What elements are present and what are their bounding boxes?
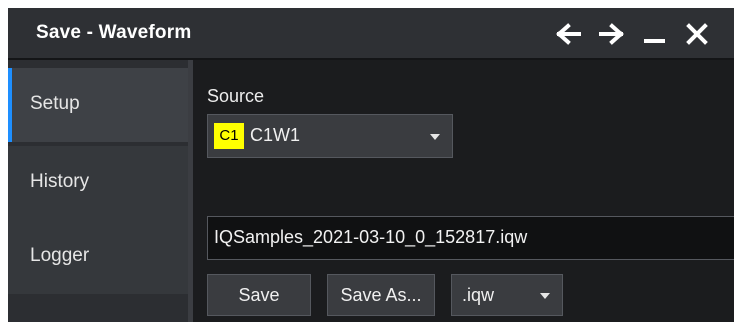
close-icon[interactable] <box>684 22 710 46</box>
chevron-down-icon <box>540 293 550 299</box>
filename-field[interactable]: IQSamples_2021-03-10_0_152817.iqw <box>207 216 734 260</box>
title-bar: Save - Waveform <box>8 8 734 60</box>
sidebar-item-label: History <box>30 171 90 192</box>
minimize-icon[interactable] <box>642 22 668 46</box>
channel-badge: C1 <box>214 123 244 149</box>
dialog-title: Save - Waveform <box>36 22 192 43</box>
sidebar-item-setup[interactable]: Setup <box>8 68 188 142</box>
arrow-left-icon[interactable] <box>556 22 582 46</box>
source-value: C1W1 <box>250 125 301 145</box>
sidebar-item-history[interactable]: History <box>8 146 188 220</box>
file-extension-dropdown[interactable]: .iqw <box>451 274 563 316</box>
setup-panel: Source C1 C1W1 IQSamples_2021-03-10_0_15… <box>193 60 734 322</box>
sidebar-item-logger[interactable]: Logger <box>8 220 188 294</box>
save-waveform-dialog: Save - Waveform Setup History Logger Sou… <box>8 8 734 322</box>
sidebar-item-label: Setup <box>30 93 80 114</box>
file-extension-value: .iqw <box>462 285 495 305</box>
save-button[interactable]: Save <box>207 274 311 316</box>
source-dropdown[interactable]: C1 C1W1 <box>207 114 453 158</box>
chevron-down-icon <box>430 134 440 140</box>
sidebar: Setup History Logger <box>8 60 188 322</box>
arrow-right-icon[interactable] <box>598 22 624 46</box>
source-label: Source <box>207 86 265 106</box>
save-as-button[interactable]: Save As... <box>327 274 435 316</box>
sidebar-item-label: Logger <box>30 245 90 266</box>
